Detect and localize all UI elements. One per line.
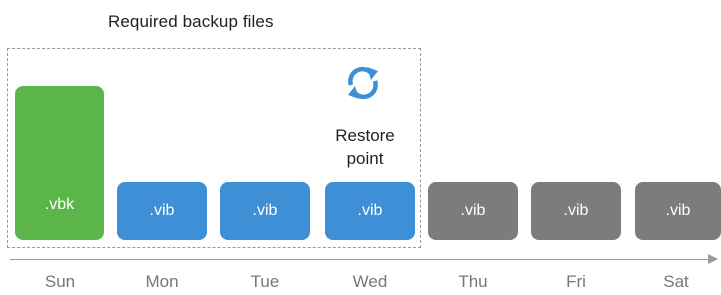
backup-file-thu: .vib — [428, 182, 518, 240]
refresh-icon — [348, 66, 378, 100]
backup-file-mon: .vib — [117, 182, 207, 240]
day-label-wed: Wed — [352, 272, 388, 291]
day-label-tue: Tue — [250, 272, 280, 291]
restore-point-label: Restore point — [320, 124, 410, 170]
day-label-mon: Mon — [145, 272, 179, 291]
diagram-title: Required backup files — [108, 12, 274, 31]
backup-file-sat: .vib — [635, 182, 721, 240]
backup-file-tue: .vib — [220, 182, 310, 240]
backup-file-wed: .vib — [325, 182, 415, 240]
timeline-axis — [10, 259, 710, 260]
restore-point-label-line1: Restore — [335, 126, 395, 145]
day-label-fri: Fri — [566, 272, 586, 291]
backup-file-sun: .vbk — [15, 86, 104, 240]
timeline-arrow-icon — [708, 254, 718, 264]
restore-point-label-line2: point — [346, 149, 384, 168]
day-label-thu: Thu — [458, 272, 488, 291]
day-label-sun: Sun — [44, 272, 76, 291]
day-label-sat: Sat — [663, 272, 689, 291]
backup-file-fri: .vib — [531, 182, 621, 240]
